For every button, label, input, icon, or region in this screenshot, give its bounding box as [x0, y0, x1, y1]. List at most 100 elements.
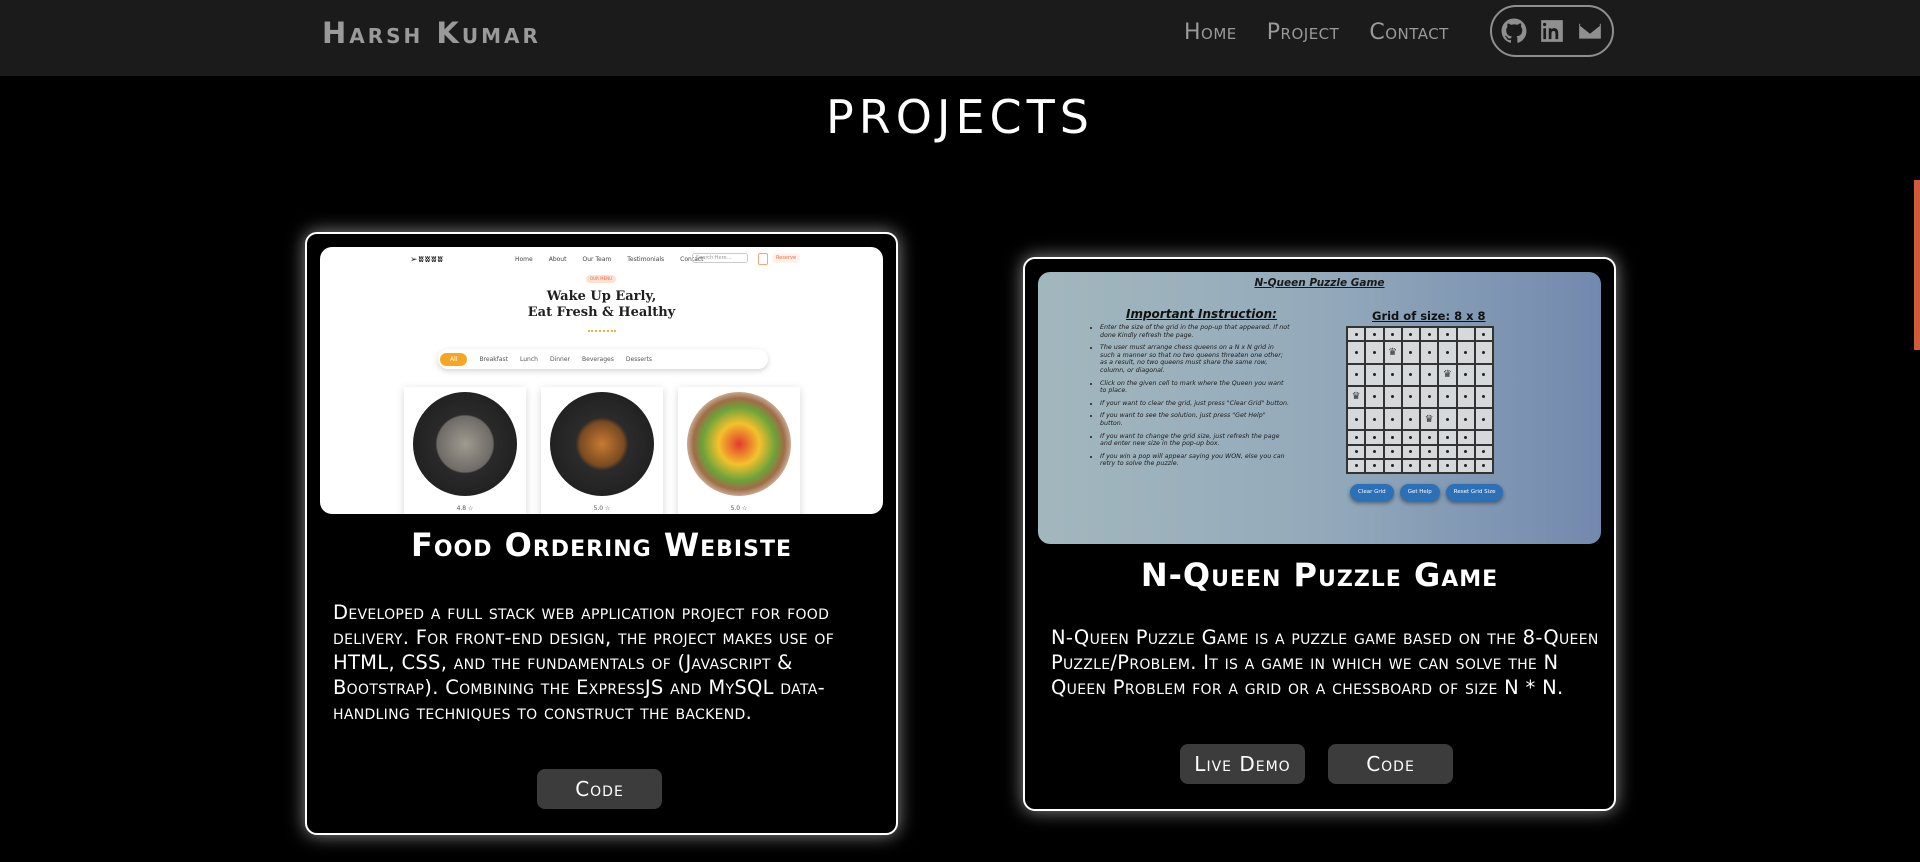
clear-grid-button: Clear Grid [1350, 484, 1394, 501]
dish-image [413, 392, 517, 496]
board-cell [1384, 328, 1401, 341]
page-title: PROJECTS [826, 90, 1094, 144]
nqueen-instruction: If you want to change the grid size, jus… [1100, 433, 1290, 448]
brand-name[interactable]: Harsh Kumar [322, 16, 541, 50]
nqueen-instruction: If you win a pop will appear saying you … [1100, 453, 1290, 468]
board-cell [1402, 409, 1419, 430]
project-title: N-Queen Puzzle Game [1140, 556, 1499, 594]
board-cell [1439, 459, 1456, 472]
board-cell [1439, 445, 1456, 458]
cart-icon [758, 253, 768, 265]
nav-links: Home Project Contact [1184, 20, 1449, 45]
food-category: Desserts [625, 355, 653, 363]
queen-icon [1348, 386, 1365, 407]
board-cell [1366, 386, 1383, 407]
project-description: Developed a full stack web application p… [333, 601, 835, 724]
board-cell [1402, 459, 1419, 472]
reset-grid-button: Reset Grid Size [1445, 484, 1504, 501]
board-cell [1457, 386, 1474, 407]
board-cell [1475, 386, 1492, 407]
nav-contact-link[interactable]: Contact [1369, 20, 1449, 45]
board-cell [1384, 445, 1401, 458]
board-cell [1457, 431, 1474, 444]
get-help-button: Get Help [1399, 484, 1440, 501]
nqueen-instruction: If you want to see the solution, just pr… [1100, 412, 1290, 427]
board-cell [1457, 459, 1474, 472]
board-cell [1348, 459, 1365, 472]
board-cell [1384, 409, 1401, 430]
board-cell [1402, 386, 1419, 407]
code-button[interactable]: Code [1328, 744, 1453, 784]
board-cell [1439, 328, 1456, 341]
nav-project-link[interactable]: Project [1267, 20, 1340, 45]
board-cell [1402, 328, 1419, 341]
code-button[interactable]: Code [537, 769, 662, 809]
board-cell [1421, 364, 1438, 385]
board-cell [1475, 364, 1492, 385]
nqueen-preview-buttons: Clear Grid Get Help Reset Grid Size [1350, 484, 1504, 501]
board-cell [1457, 364, 1474, 385]
food-categories: All Breakfast Lunch Dinner Beverages Des… [438, 349, 768, 369]
board-cell [1348, 328, 1365, 341]
board-cell [1348, 364, 1365, 385]
food-hero: Wake Up Early, Eat Fresh & Healthy [320, 289, 883, 321]
project-description: N-Queen Puzzle Game is a puzzle game bas… [1051, 626, 1599, 699]
board-cell [1366, 342, 1383, 363]
scrollbar-thumb[interactable] [1914, 180, 1920, 350]
nqueen-instruction: Click on the given cell to mark where th… [1100, 380, 1290, 395]
board-cell [1402, 431, 1419, 444]
queen-icon [1384, 342, 1401, 363]
nqueen-preview-title: N-Queen Puzzle Game [1254, 277, 1385, 289]
food-rating: 5.0 ☆ [593, 505, 611, 512]
dish-image [550, 392, 654, 496]
board-cell [1402, 445, 1419, 458]
board-cell [1348, 431, 1365, 444]
board-cell [1475, 409, 1492, 430]
board-cell [1475, 459, 1492, 472]
food-hero-line: Wake Up Early, [546, 289, 657, 304]
nqueen-instruction-title: Important Instruction: [1126, 307, 1277, 321]
board-cell [1421, 328, 1438, 341]
food-category: Lunch [520, 355, 538, 363]
food-nav-item: Our Team [582, 256, 612, 263]
board-cell [1366, 445, 1383, 458]
board-cell [1421, 459, 1438, 472]
live-demo-button[interactable]: Live Demo [1180, 744, 1305, 784]
github-icon[interactable] [1501, 18, 1527, 44]
food-nav-item: Home [515, 256, 533, 263]
food-hero-line: Eat Fresh & Healthy [527, 305, 676, 320]
nav-home-link[interactable]: Home [1184, 20, 1237, 45]
food-logo: ➢ʬʬʬʬ [410, 255, 444, 265]
board-cell [1421, 342, 1438, 363]
nqueen-grid-title: Grid of size: 8 x 8 [1372, 309, 1486, 323]
board-cell [1475, 328, 1492, 341]
social-links [1490, 5, 1614, 57]
food-rating: 4.8 ☆ [456, 505, 474, 512]
board-cell [1384, 386, 1401, 407]
project-card-nqueen: N-Queen Puzzle Game Important Instructio… [1023, 257, 1616, 811]
nqueen-instruction: Enter the size of the grid in the pop-up… [1100, 324, 1290, 339]
queen-icon [1421, 409, 1438, 430]
nqueen-instructions: Enter the size of the grid in the pop-up… [1088, 324, 1290, 473]
board-cell [1348, 445, 1365, 458]
food-category: Breakfast [479, 355, 509, 363]
board-cell [1457, 445, 1474, 458]
food-badge: OUR MENU [586, 275, 616, 283]
linkedin-icon[interactable] [1539, 18, 1565, 44]
food-rating: 5.0 ☆ [730, 505, 748, 512]
board-cell [1439, 342, 1456, 363]
board-cell [1457, 328, 1474, 341]
food-nav-item: About [548, 256, 567, 263]
food-nav-item: Testimonials [627, 256, 665, 263]
dish-image [687, 392, 791, 496]
board-cell [1384, 431, 1401, 444]
board-cell [1457, 409, 1474, 430]
food-category: Beverages [582, 355, 614, 363]
queen-icon [1439, 364, 1456, 385]
food-nav: Home About Our Team Testimonials Contact [515, 256, 704, 263]
mail-icon[interactable] [1577, 18, 1603, 44]
food-preview-image: ➢ʬʬʬʬ Home About Our Team Testimonials C… [320, 247, 883, 514]
board-cell [1366, 328, 1383, 341]
nqueen-instruction: If your want to clear the grid, just pre… [1100, 400, 1290, 408]
board-cell [1348, 409, 1365, 430]
